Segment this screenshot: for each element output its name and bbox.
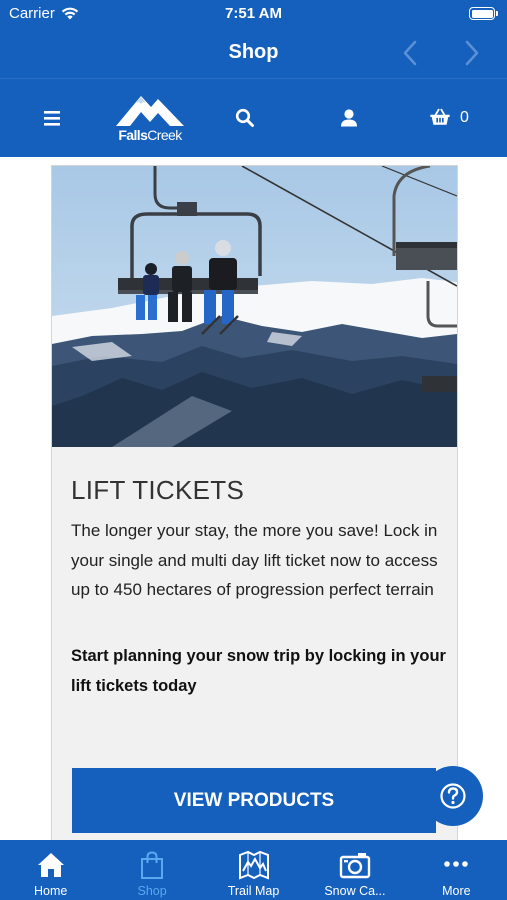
- tab-shop-label: Shop: [137, 884, 167, 898]
- page-title: Shop: [228, 41, 279, 63]
- view-products-button[interactable]: VIEW PRODUCTS: [72, 768, 436, 833]
- chairlift-hero-image: [52, 166, 457, 447]
- mountain-logo-icon: [116, 96, 184, 126]
- tab-home-label: Home: [34, 884, 68, 898]
- bottom-tab-bar: Home Shop Trail Map Snow Ca... More: [0, 840, 507, 900]
- card-cta-text: Start planning your snow trip by locking…: [71, 647, 446, 695]
- tab-snow-cams-label: Snow Ca...: [324, 884, 386, 898]
- navigation-bar: Shop: [0, 28, 507, 78]
- hamburger-menu-icon[interactable]: [42, 107, 64, 129]
- card-description: The longer your stay, the more you save!…: [71, 521, 438, 599]
- more-icon: [444, 861, 469, 867]
- trail-map-icon: [238, 850, 269, 880]
- home-icon: [37, 853, 64, 877]
- user-account-icon[interactable]: [338, 107, 360, 129]
- tab-more[interactable]: More: [406, 840, 507, 900]
- tab-trail-map-label: Trail Map: [227, 884, 280, 898]
- status-bar: Carrier 7:51 AM: [0, 0, 507, 28]
- product-card: LIFT TICKETS The longer your stay, the m…: [51, 165, 458, 855]
- cart-count[interactable]: 0: [460, 109, 469, 127]
- question-mark-icon: [440, 783, 466, 809]
- camera-icon: [339, 853, 371, 879]
- tab-home[interactable]: Home: [0, 840, 101, 900]
- tab-snow-cams[interactable]: Snow Ca...: [304, 840, 405, 900]
- tab-shop[interactable]: Shop: [101, 840, 202, 900]
- falls-creek-logo[interactable]: FallsCreek: [113, 93, 187, 145]
- logo-text: FallsCreek: [118, 127, 182, 143]
- battery-icon: [469, 7, 498, 20]
- forward-arrow-icon[interactable]: [456, 38, 486, 68]
- card-title: LIFT TICKETS: [71, 475, 245, 505]
- site-header: FallsCreek 0: [0, 78, 507, 157]
- tab-more-label: More: [442, 884, 471, 898]
- shopping-bag-icon: [141, 851, 164, 879]
- back-arrow-icon[interactable]: [396, 38, 426, 68]
- help-button[interactable]: [423, 766, 483, 826]
- status-time: 7:51 AM: [225, 5, 282, 22]
- tab-trail-map[interactable]: Trail Map: [203, 840, 304, 900]
- shopping-basket-icon[interactable]: [429, 106, 451, 128]
- search-icon[interactable]: [234, 107, 256, 129]
